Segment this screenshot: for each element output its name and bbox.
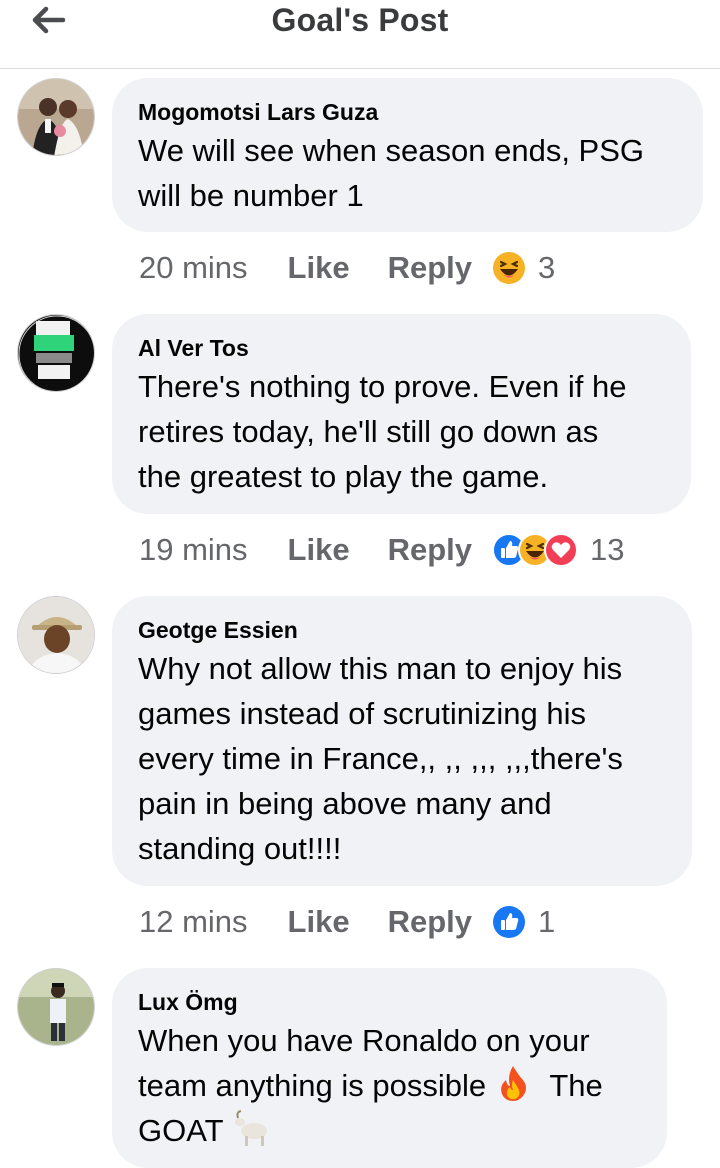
reply-button[interactable]: Reply: [388, 904, 472, 940]
comment-timestamp: 20 mins: [139, 250, 248, 285]
goat-emoji-icon: [234, 1110, 267, 1146]
comment-author[interactable]: Al Ver Tos: [138, 334, 665, 362]
comment-timestamp: 12 mins: [139, 904, 248, 939]
comment-author[interactable]: Geotge Essien: [138, 616, 666, 644]
comment-text: There's nothing to prove. Even if he ret…: [138, 369, 627, 494]
reaction-summary[interactable]: 13: [492, 532, 624, 568]
reaction-summary[interactable]: 1: [492, 904, 555, 940]
page-title: Goal's Post: [271, 2, 449, 38]
comment-bubble: Al Ver Tos There's nothing to prove. Eve…: [112, 314, 691, 514]
comment-timestamp: 19 mins: [139, 532, 248, 567]
comment-bubble: Mogomotsi Lars Guza We will see when sea…: [112, 78, 703, 232]
avatar[interactable]: [17, 968, 95, 1046]
reply-button[interactable]: Reply: [388, 250, 472, 286]
reply-button[interactable]: Reply: [388, 532, 472, 568]
avatar[interactable]: [17, 314, 95, 392]
comment-bubble: Geotge Essien Why not allow this man to …: [112, 596, 692, 886]
comment-text: Why not allow this man to enjoy his game…: [138, 651, 623, 866]
avatar[interactable]: [17, 78, 95, 156]
comment-author[interactable]: Lux Ömg: [138, 988, 641, 1016]
comment-author[interactable]: Mogomotsi Lars Guza: [138, 98, 677, 126]
like-button[interactable]: Like: [288, 904, 350, 940]
top-bar: Goal's Post: [0, 0, 720, 69]
reaction-count: 13: [590, 532, 625, 567]
comment-actions: 20 mins Like Reply 3: [139, 248, 555, 288]
like-button[interactable]: Like: [288, 532, 350, 568]
comment-text: We will see when season ends, PSG will b…: [138, 133, 645, 213]
comment-actions: 19 mins Like Reply 13: [139, 530, 624, 570]
comment-bubble: Lux Ömg When you have Ronaldo on your te…: [112, 968, 667, 1168]
reaction-count: 1: [538, 904, 556, 939]
like-reaction-icon: [493, 906, 525, 938]
fire-emoji-icon: [500, 1066, 526, 1101]
comment-actions: 12 mins Like Reply 1: [139, 902, 555, 942]
avatar[interactable]: [17, 596, 95, 674]
reaction-summary[interactable]: 3: [492, 250, 555, 286]
love-reaction-icon: [544, 533, 578, 567]
reaction-count: 3: [538, 250, 556, 285]
haha-reaction-icon: [493, 252, 525, 284]
like-button[interactable]: Like: [288, 250, 350, 286]
comment-text: When you have Ronaldo on your team anyth…: [138, 1023, 603, 1148]
